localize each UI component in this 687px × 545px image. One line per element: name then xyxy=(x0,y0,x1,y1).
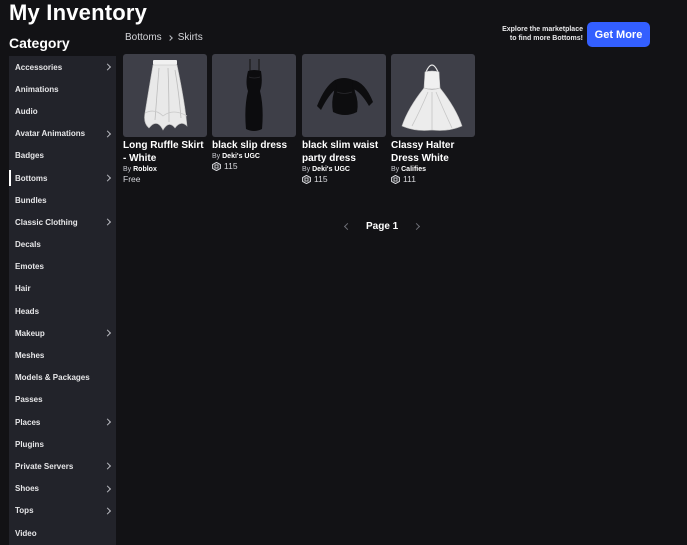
sidebar-item-label: Bundles xyxy=(15,195,47,205)
sidebar-item-audio[interactable]: Audio xyxy=(9,100,116,122)
chevron-right-icon xyxy=(103,462,112,471)
sidebar-item-video[interactable]: Video xyxy=(9,522,116,544)
chevron-right-icon xyxy=(166,34,173,41)
sidebar-item-label: Classic Clothing xyxy=(15,217,78,227)
item-card[interactable]: Classy Halter Dress White By Califies 11… xyxy=(391,54,475,184)
robux-icon xyxy=(302,174,311,184)
chevron-right-icon xyxy=(103,329,112,337)
category-sidebar: Accessories Animations Audio Avatar Animati… xyxy=(9,56,116,545)
chevron-right-icon xyxy=(103,63,112,71)
item-price: 111 xyxy=(391,174,475,184)
sidebar-item-decals[interactable]: Decals xyxy=(9,234,116,256)
page-title: My Inventory xyxy=(9,0,148,25)
sidebar-item-label: Decals xyxy=(15,240,41,250)
white-skirt-image[interactable] xyxy=(123,54,207,137)
item-price: Free xyxy=(123,174,141,184)
sidebar-item-label: Badges xyxy=(15,151,44,161)
sidebar-item-label: Shoes xyxy=(15,484,40,494)
sidebar-item-passes[interactable]: Passes xyxy=(9,389,116,411)
item-name[interactable]: black slip dress xyxy=(212,139,296,152)
robux-icon xyxy=(391,174,400,184)
next-page-button[interactable] xyxy=(413,222,421,231)
item-card[interactable]: black slim waist party dress By Deki's U… xyxy=(302,54,386,184)
sidebar-item-label: Models & Packages xyxy=(15,373,90,383)
white-halter-dress-image[interactable] xyxy=(391,54,475,137)
item-creator: By Deki's UGC xyxy=(302,166,350,173)
robux-icon xyxy=(212,161,221,171)
item-card[interactable]: black slip dress By Deki's UGC 115 xyxy=(212,54,296,171)
sidebar-item-hair[interactable]: Hair xyxy=(9,278,116,300)
sidebar-item-emotes[interactable]: Emotes xyxy=(9,256,116,278)
sidebar-item-accessories[interactable]: Accessories xyxy=(9,56,116,78)
chevron-right-icon xyxy=(103,485,112,493)
sidebar-item-label: Plugins xyxy=(15,439,44,449)
sidebar-item-bundles[interactable]: Bundles xyxy=(9,189,116,211)
chevron-right-icon xyxy=(103,174,112,182)
sidebar-item-label: Places xyxy=(15,417,41,427)
sidebar-item-meshes[interactable]: Meshes xyxy=(9,344,116,366)
sidebar-item-label: Bottoms xyxy=(15,173,48,183)
marketplace-promo-text: Explore the marketplace to find more Bot… xyxy=(473,25,583,43)
sidebar-item-label: Avatar Animations xyxy=(15,129,86,139)
item-creator: By Deki's UGC xyxy=(212,153,260,160)
sidebar-item-label: Accessories xyxy=(15,62,63,72)
breadcrumb-current: Skirts xyxy=(177,32,203,43)
breadcrumb-bottoms-link[interactable]: Bottoms xyxy=(125,32,162,43)
previous-page-button[interactable] xyxy=(343,222,352,231)
sidebar-item-label: Audio xyxy=(15,106,38,116)
sidebar-item-label: Emotes xyxy=(15,262,44,272)
sidebar-item-animations[interactable]: Animations xyxy=(9,78,116,100)
item-name[interactable]: black slim waist party dress xyxy=(302,139,386,165)
sidebar-item-makeup[interactable]: Makeup xyxy=(9,322,116,344)
sidebar-item-label: Meshes xyxy=(15,351,45,361)
sidebar-item-label: Video xyxy=(15,528,37,538)
chevron-right-icon xyxy=(103,130,112,138)
black-party-dress-image[interactable] xyxy=(302,54,386,137)
sidebar-item-label: Makeup xyxy=(15,328,45,338)
promo-line-1: Explore the marketplace xyxy=(502,26,583,33)
item-name[interactable]: Classy Halter Dress White xyxy=(391,139,475,165)
breadcrumb: Bottoms Skirts xyxy=(125,32,203,43)
creator-link[interactable]: Roblox xyxy=(133,166,157,173)
chevron-right-icon xyxy=(103,218,112,226)
sidebar-item-places[interactable]: Places xyxy=(9,411,116,433)
sidebar-item-shoes[interactable]: Shoes xyxy=(9,478,116,500)
creator-link[interactable]: Deki's UGC xyxy=(222,153,260,160)
sidebar-item-models-packages[interactable]: Models & Packages xyxy=(9,367,116,389)
sidebar-item-label: Hair xyxy=(15,284,31,294)
sidebar-item-badges[interactable]: Badges xyxy=(9,145,116,167)
sidebar-item-heads[interactable]: Heads xyxy=(9,300,116,322)
item-price: 115 xyxy=(302,174,386,184)
sidebar-item-bottoms[interactable]: Bottoms xyxy=(9,167,116,189)
promo-line-2: to find more Bottoms! xyxy=(509,35,583,42)
item-price: 115 xyxy=(212,161,296,171)
creator-link[interactable]: Califies xyxy=(401,166,426,173)
chevron-right-icon xyxy=(103,507,112,515)
sidebar-item-tops[interactable]: Tops xyxy=(9,500,116,522)
sidebar-item-classic-clothing[interactable]: Classic Clothing xyxy=(9,211,116,233)
pagination: Page 1 xyxy=(343,221,421,232)
item-card[interactable]: Long Ruffle Skirt - White By Roblox Free xyxy=(123,54,207,184)
get-more-button[interactable]: Get More xyxy=(587,22,650,47)
sidebar-item-avatar-animations[interactable]: Avatar Animations xyxy=(9,123,116,145)
item-creator: By Califies xyxy=(391,166,427,173)
sidebar-item-label: Passes xyxy=(15,395,43,405)
item-name[interactable]: Long Ruffle Skirt - White xyxy=(123,139,207,165)
black-dress-image[interactable] xyxy=(212,54,296,137)
chevron-right-icon xyxy=(103,418,112,426)
sidebar-item-label: Animations xyxy=(15,84,59,94)
item-creator: By Roblox xyxy=(123,166,157,173)
category-heading: Category xyxy=(9,35,70,51)
sidebar-item-label: Tops xyxy=(15,506,34,516)
page-label: Page 1 xyxy=(366,221,399,232)
creator-link[interactable]: Deki's UGC xyxy=(312,166,350,173)
sidebar-item-label: Private Servers xyxy=(15,461,74,471)
sidebar-item-label: Heads xyxy=(15,306,40,316)
sidebar-item-private-servers[interactable]: Private Servers xyxy=(9,455,116,477)
sidebar-item-plugins[interactable]: Plugins xyxy=(9,433,116,455)
